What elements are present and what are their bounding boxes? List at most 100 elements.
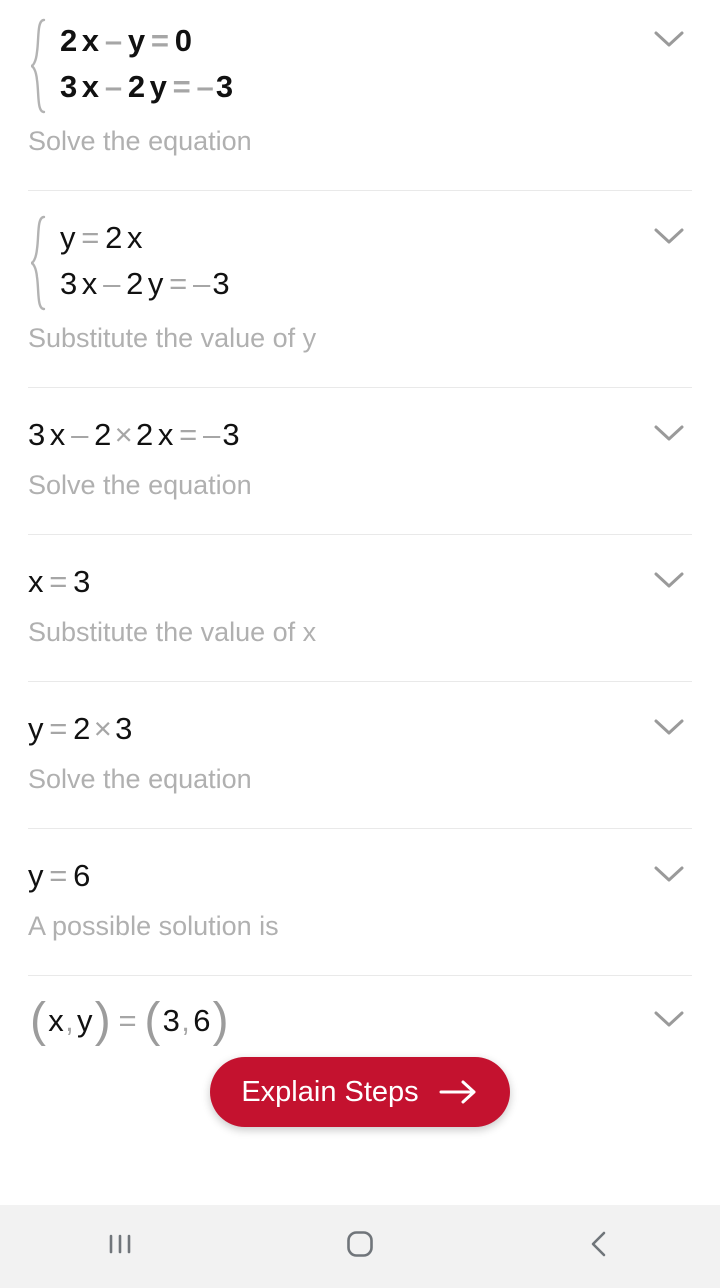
math-token: x bbox=[81, 69, 100, 104]
math-token: 2 bbox=[126, 266, 144, 301]
equation-line: 3 x –2×2 x = –3 bbox=[28, 412, 252, 458]
math-token: – bbox=[104, 69, 123, 104]
math-token: 3 bbox=[215, 69, 234, 104]
math-token: y bbox=[77, 1003, 93, 1038]
math-token: 3 bbox=[212, 266, 230, 301]
step-caption: A possible solution is bbox=[28, 911, 279, 941]
curly-brace-icon bbox=[28, 215, 50, 311]
math-token: 3 bbox=[115, 711, 133, 746]
back-button[interactable] bbox=[480, 1205, 720, 1288]
chevron-down-icon[interactable] bbox=[652, 716, 686, 743]
solution-step[interactable]: y = 2 x 3 x –2 y = –3 Substitute the value of y bbox=[0, 191, 720, 387]
explain-steps-label: Explain Steps bbox=[241, 1075, 419, 1108]
equation-line: 3 x –2 y = –3 bbox=[60, 64, 233, 110]
math-token: ( bbox=[144, 994, 161, 1047]
math-token: x bbox=[81, 23, 100, 58]
math-token: ) bbox=[212, 994, 229, 1047]
solution-tuple: (x,y) = (3,6) bbox=[28, 997, 231, 1045]
equation-line: 3 x –2 y = –3 bbox=[60, 261, 230, 307]
math-token: – bbox=[193, 266, 211, 301]
equation-line: 2 x – y = 0 bbox=[60, 18, 233, 64]
math-token: 3 bbox=[162, 1003, 181, 1038]
math-token: = bbox=[169, 266, 188, 301]
math-token: – bbox=[71, 417, 89, 452]
solution-step[interactable]: (x,y) = (3,6) bbox=[0, 976, 720, 1054]
solution-step[interactable]: x = 3 Substitute the value of x bbox=[0, 535, 720, 681]
chevron-down-icon[interactable] bbox=[652, 422, 686, 449]
math-token: y bbox=[149, 69, 168, 104]
math-token: y bbox=[60, 220, 76, 255]
math-token: y bbox=[147, 266, 164, 301]
math-token: 0 bbox=[174, 23, 193, 58]
math-token: = bbox=[81, 220, 100, 255]
chevron-down-icon[interactable] bbox=[652, 1008, 686, 1035]
equation-system: y = 2 x 3 x –2 y = –3 bbox=[28, 215, 316, 311]
math-token: x bbox=[81, 266, 98, 301]
back-icon bbox=[583, 1227, 617, 1266]
solution-step[interactable]: 2 x – y = 0 3 x –2 y = –3 Solve the equation bbox=[0, 0, 720, 190]
math-token: x bbox=[157, 417, 174, 452]
home-icon bbox=[342, 1226, 378, 1267]
math-token: y bbox=[28, 858, 44, 893]
math-token: , bbox=[181, 1003, 191, 1038]
step-caption: Solve the equation bbox=[28, 470, 252, 500]
step-content: (x,y) = (3,6) bbox=[28, 997, 231, 1045]
math-token: – bbox=[104, 23, 123, 58]
math-token: y bbox=[28, 711, 44, 746]
solution-step[interactable]: 3 x –2×2 x = –3 Solve the equation bbox=[0, 388, 720, 534]
math-token: = bbox=[150, 23, 170, 58]
equation-line: y = 2 x bbox=[60, 215, 230, 261]
equation-line: x = 3 bbox=[28, 559, 316, 605]
math-token: 6 bbox=[193, 1003, 211, 1038]
android-navigation-bar bbox=[0, 1205, 720, 1288]
step-content: y = 2×3 Solve the equation bbox=[28, 706, 252, 798]
math-token: x bbox=[28, 564, 44, 599]
math-token: 3 bbox=[222, 417, 240, 452]
step-content: y = 6 A possible solution is bbox=[28, 853, 279, 945]
math-token: 3 bbox=[28, 417, 46, 452]
math-token: x bbox=[49, 417, 66, 452]
math-token: – bbox=[103, 266, 121, 301]
math-token: x bbox=[48, 1003, 64, 1038]
arrow-right-icon bbox=[439, 1079, 479, 1105]
chevron-down-icon[interactable] bbox=[652, 225, 686, 252]
chevron-down-icon[interactable] bbox=[652, 863, 686, 890]
home-button[interactable] bbox=[240, 1205, 480, 1288]
curly-brace-icon bbox=[28, 18, 50, 114]
math-token: 6 bbox=[73, 858, 91, 893]
equation-line: y = 6 bbox=[28, 853, 279, 899]
math-token: 2 bbox=[136, 417, 154, 452]
step-content: 2 x – y = 0 3 x –2 y = –3 Solve the equation bbox=[28, 18, 252, 160]
solution-step[interactable]: y = 6 A possible solution is bbox=[0, 829, 720, 975]
math-token: x bbox=[126, 220, 143, 255]
math-token: = bbox=[172, 69, 191, 104]
math-token: 2 bbox=[60, 23, 78, 58]
math-token: 2 bbox=[73, 711, 91, 746]
step-caption: Solve the equation bbox=[28, 764, 252, 794]
solution-step[interactable]: y = 2×3 Solve the equation bbox=[0, 682, 720, 828]
math-token: – bbox=[196, 69, 214, 104]
explain-steps-button[interactable]: Explain Steps bbox=[210, 1057, 510, 1127]
chevron-down-icon[interactable] bbox=[652, 28, 686, 55]
recents-icon bbox=[103, 1227, 137, 1266]
math-token: × bbox=[114, 417, 133, 452]
math-token: × bbox=[93, 711, 113, 746]
equation-line: y = 2×3 bbox=[28, 706, 252, 752]
math-token: 3 bbox=[60, 69, 78, 104]
math-token: 2 bbox=[127, 69, 146, 104]
step-caption: Substitute the value of x bbox=[28, 617, 317, 647]
math-token: = bbox=[49, 858, 68, 893]
step-content: 3 x –2×2 x = –3 Solve the equation bbox=[28, 412, 252, 504]
math-token: 2 bbox=[105, 220, 123, 255]
math-token: y bbox=[127, 23, 146, 58]
step-content: x = 3 Substitute the value of x bbox=[28, 559, 316, 651]
math-token: = bbox=[49, 711, 68, 746]
math-token: 3 bbox=[73, 564, 91, 599]
math-token: ( bbox=[30, 994, 47, 1047]
recents-button[interactable] bbox=[0, 1205, 240, 1288]
step-content: y = 2 x 3 x –2 y = –3 Substitute the value of y bbox=[28, 215, 316, 357]
solution-steps-list: 2 x – y = 0 3 x –2 y = –3 Solve the equation y = 2 x 3 x –2… bbox=[0, 0, 720, 1205]
math-token: , bbox=[65, 1003, 74, 1038]
step-caption: Solve the equation bbox=[28, 126, 252, 156]
chevron-down-icon[interactable] bbox=[652, 569, 686, 596]
